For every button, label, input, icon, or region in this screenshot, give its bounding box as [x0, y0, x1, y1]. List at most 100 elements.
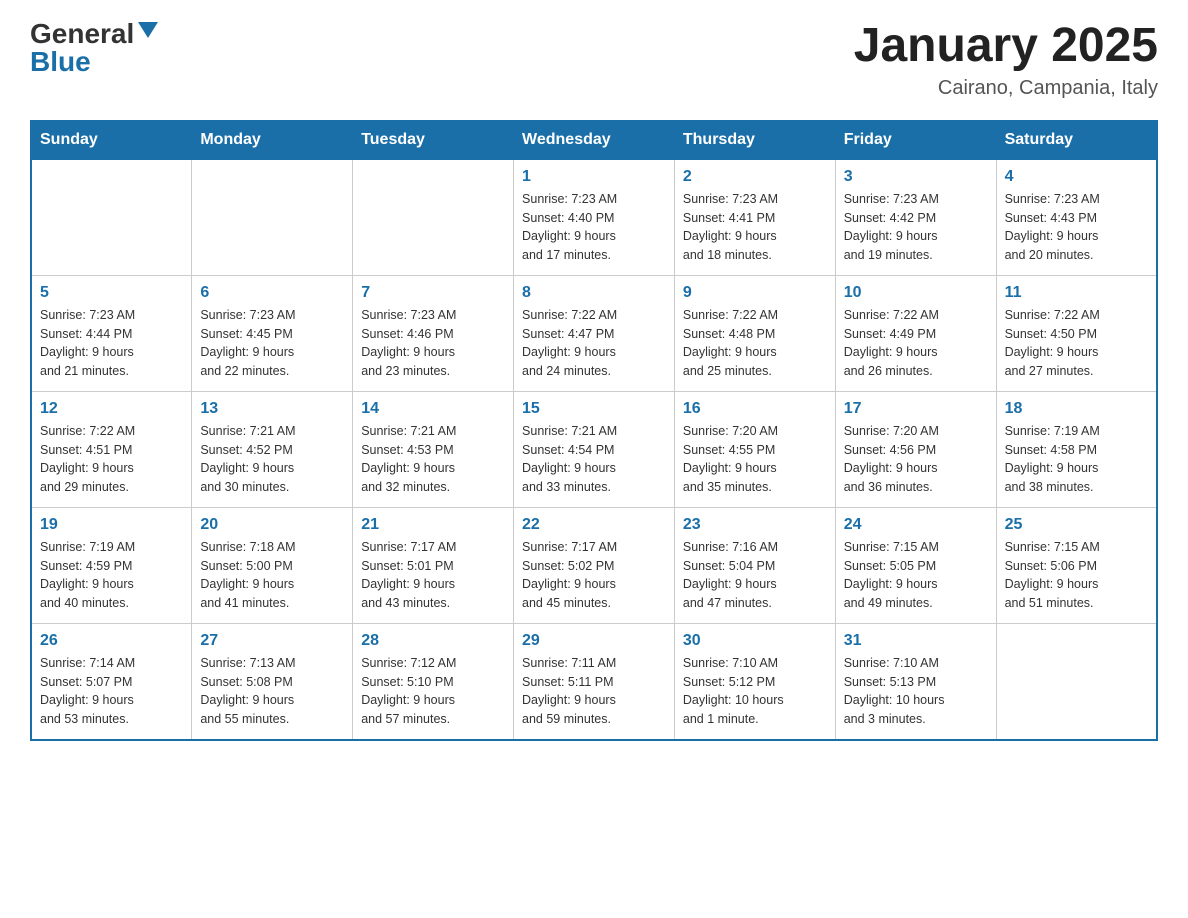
calendar-cell [996, 623, 1157, 740]
day-info: Sunrise: 7:15 AM Sunset: 5:05 PM Dayligh… [844, 538, 988, 613]
calendar-cell: 13 Sunrise: 7:21 AM Sunset: 4:52 PM Dayli… [192, 391, 353, 507]
day-info: Sunrise: 7:23 AM Sunset: 4:40 PM Dayligh… [522, 190, 666, 265]
day-number: 14 [361, 400, 505, 418]
day-info: Sunrise: 7:18 AM Sunset: 5:00 PM Dayligh… [200, 538, 344, 613]
weekday-header-row: SundayMondayTuesdayWednesdayThursdayFrid… [31, 120, 1157, 159]
calendar-cell: 18 Sunrise: 7:19 AM Sunset: 4:58 PM Dayli… [996, 391, 1157, 507]
day-info: Sunrise: 7:21 AM Sunset: 4:52 PM Dayligh… [200, 422, 344, 497]
day-number: 16 [683, 400, 827, 418]
day-number: 28 [361, 632, 505, 650]
day-number: 22 [522, 516, 666, 534]
day-info: Sunrise: 7:23 AM Sunset: 4:42 PM Dayligh… [844, 190, 988, 265]
calendar-week-1: 1 Sunrise: 7:23 AM Sunset: 4:40 PM Daylig… [31, 159, 1157, 275]
calendar-cell: 1 Sunrise: 7:23 AM Sunset: 4:40 PM Daylig… [514, 159, 675, 275]
day-number: 26 [40, 632, 183, 650]
calendar-cell: 9 Sunrise: 7:22 AM Sunset: 4:48 PM Daylig… [674, 275, 835, 391]
weekday-header-saturday: Saturday [996, 120, 1157, 159]
weekday-header-thursday: Thursday [674, 120, 835, 159]
calendar-cell: 29 Sunrise: 7:11 AM Sunset: 5:11 PM Dayli… [514, 623, 675, 740]
day-info: Sunrise: 7:23 AM Sunset: 4:46 PM Dayligh… [361, 306, 505, 381]
calendar-week-3: 12 Sunrise: 7:22 AM Sunset: 4:51 PM Dayli… [31, 391, 1157, 507]
day-number: 8 [522, 284, 666, 302]
day-number: 30 [683, 632, 827, 650]
calendar-cell: 12 Sunrise: 7:22 AM Sunset: 4:51 PM Dayli… [31, 391, 192, 507]
logo-blue-text: Blue [30, 46, 91, 77]
calendar-cell: 4Sunrise: 7:23 AM Sunset: 4:43 PM Daylig… [996, 159, 1157, 275]
calendar-cell: 8 Sunrise: 7:22 AM Sunset: 4:47 PM Daylig… [514, 275, 675, 391]
day-info: Sunrise: 7:20 AM Sunset: 4:55 PM Dayligh… [683, 422, 827, 497]
calendar-cell: 26 Sunrise: 7:14 AM Sunset: 5:07 PM Dayli… [31, 623, 192, 740]
day-info: Sunrise: 7:15 AM Sunset: 5:06 PM Dayligh… [1005, 538, 1148, 613]
month-title: January 2025 [854, 20, 1158, 73]
logo-triangle-icon [138, 22, 158, 38]
day-info: Sunrise: 7:22 AM Sunset: 4:48 PM Dayligh… [683, 306, 827, 381]
day-number: 18 [1005, 400, 1148, 418]
calendar-cell: 30 Sunrise: 7:10 AM Sunset: 5:12 PM Dayli… [674, 623, 835, 740]
day-info: Sunrise: 7:12 AM Sunset: 5:10 PM Dayligh… [361, 654, 505, 729]
day-info: Sunrise: 7:22 AM Sunset: 4:49 PM Dayligh… [844, 306, 988, 381]
day-number: 17 [844, 400, 988, 418]
day-info: Sunrise: 7:13 AM Sunset: 5:08 PM Dayligh… [200, 654, 344, 729]
calendar-table: SundayMondayTuesdayWednesdayThursdayFrid… [30, 120, 1158, 741]
calendar-cell: 25 Sunrise: 7:15 AM Sunset: 5:06 PM Dayli… [996, 507, 1157, 623]
day-info: Sunrise: 7:21 AM Sunset: 4:54 PM Dayligh… [522, 422, 666, 497]
day-info: Sunrise: 7:10 AM Sunset: 5:13 PM Dayligh… [844, 654, 988, 729]
day-number: 15 [522, 400, 666, 418]
calendar-cell: 3 Sunrise: 7:23 AM Sunset: 4:42 PM Daylig… [835, 159, 996, 275]
day-number: 10 [844, 284, 988, 302]
calendar-week-2: 5 Sunrise: 7:23 AM Sunset: 4:44 PM Daylig… [31, 275, 1157, 391]
calendar-cell: 19 Sunrise: 7:19 AM Sunset: 4:59 PM Dayli… [31, 507, 192, 623]
day-info: Sunrise: 7:11 AM Sunset: 5:11 PM Dayligh… [522, 654, 666, 729]
day-info: Sunrise: 7:22 AM Sunset: 4:47 PM Dayligh… [522, 306, 666, 381]
day-info: Sunrise: 7:23 AM Sunset: 4:44 PM Dayligh… [40, 306, 183, 381]
page-header: General Blue January 2025 Cairano, Campa… [30, 20, 1158, 100]
day-number: 5 [40, 284, 183, 302]
calendar-cell: 17Sunrise: 7:20 AM Sunset: 4:56 PM Dayli… [835, 391, 996, 507]
day-info: Sunrise: 7:23 AM Sunset: 4:43 PM Dayligh… [1005, 190, 1148, 265]
day-info: Sunrise: 7:22 AM Sunset: 4:51 PM Dayligh… [40, 422, 183, 497]
day-info: Sunrise: 7:23 AM Sunset: 4:41 PM Dayligh… [683, 190, 827, 265]
day-info: Sunrise: 7:19 AM Sunset: 4:58 PM Dayligh… [1005, 422, 1148, 497]
day-number: 21 [361, 516, 505, 534]
weekday-header-tuesday: Tuesday [353, 120, 514, 159]
calendar-cell: 21 Sunrise: 7:17 AM Sunset: 5:01 PM Dayli… [353, 507, 514, 623]
day-number: 25 [1005, 516, 1148, 534]
calendar-cell: 11Sunrise: 7:22 AM Sunset: 4:50 PM Dayli… [996, 275, 1157, 391]
calendar-cell: 2 Sunrise: 7:23 AM Sunset: 4:41 PM Daylig… [674, 159, 835, 275]
calendar-cell [192, 159, 353, 275]
day-info: Sunrise: 7:10 AM Sunset: 5:12 PM Dayligh… [683, 654, 827, 729]
location-text: Cairano, Campania, Italy [854, 77, 1158, 100]
title-block: January 2025 Cairano, Campania, Italy [854, 20, 1158, 100]
calendar-cell: 23 Sunrise: 7:16 AM Sunset: 5:04 PM Dayli… [674, 507, 835, 623]
weekday-header-sunday: Sunday [31, 120, 192, 159]
calendar-week-5: 26 Sunrise: 7:14 AM Sunset: 5:07 PM Dayli… [31, 623, 1157, 740]
day-number: 1 [522, 168, 666, 186]
day-info: Sunrise: 7:19 AM Sunset: 4:59 PM Dayligh… [40, 538, 183, 613]
calendar-cell: 22Sunrise: 7:17 AM Sunset: 5:02 PM Dayli… [514, 507, 675, 623]
weekday-header-friday: Friday [835, 120, 996, 159]
day-number: 2 [683, 168, 827, 186]
day-number: 31 [844, 632, 988, 650]
day-number: 3 [844, 168, 988, 186]
calendar-cell [31, 159, 192, 275]
weekday-header-wednesday: Wednesday [514, 120, 675, 159]
day-number: 13 [200, 400, 344, 418]
day-number: 27 [200, 632, 344, 650]
day-number: 9 [683, 284, 827, 302]
calendar-cell: 28 Sunrise: 7:12 AM Sunset: 5:10 PM Dayli… [353, 623, 514, 740]
day-number: 29 [522, 632, 666, 650]
logo-general-text: General [30, 20, 134, 48]
weekday-header-monday: Monday [192, 120, 353, 159]
day-number: 6 [200, 284, 344, 302]
day-number: 23 [683, 516, 827, 534]
calendar-cell: 6Sunrise: 7:23 AM Sunset: 4:45 PM Daylig… [192, 275, 353, 391]
day-info: Sunrise: 7:21 AM Sunset: 4:53 PM Dayligh… [361, 422, 505, 497]
day-number: 19 [40, 516, 183, 534]
day-info: Sunrise: 7:16 AM Sunset: 5:04 PM Dayligh… [683, 538, 827, 613]
day-number: 12 [40, 400, 183, 418]
calendar-cell [353, 159, 514, 275]
logo: General Blue [30, 20, 158, 76]
day-info: Sunrise: 7:17 AM Sunset: 5:01 PM Dayligh… [361, 538, 505, 613]
day-info: Sunrise: 7:14 AM Sunset: 5:07 PM Dayligh… [40, 654, 183, 729]
calendar-cell: 7Sunrise: 7:23 AM Sunset: 4:46 PM Daylig… [353, 275, 514, 391]
